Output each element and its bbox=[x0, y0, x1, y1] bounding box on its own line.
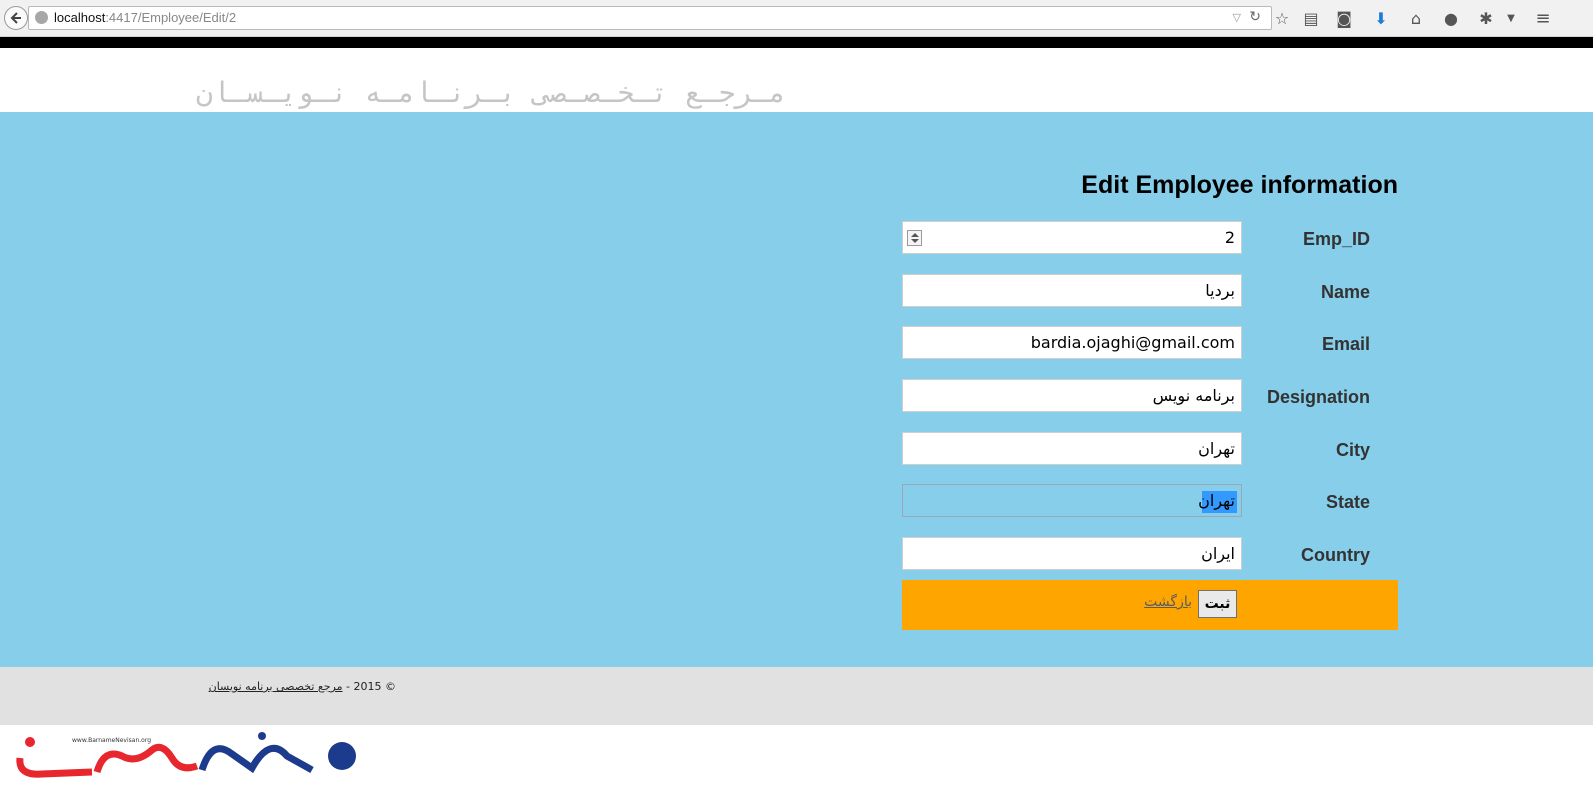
site-logo: www.BarnameNevisan.org bbox=[16, 732, 356, 778]
designation-label: Designation bbox=[1266, 387, 1370, 407]
footer: © 2015 - مرجع تخصصی برنامه نویسان bbox=[0, 667, 1593, 725]
form-title: Edit Employee information bbox=[1081, 171, 1398, 199]
submit-button[interactable]: ثبت bbox=[1198, 590, 1237, 618]
state-label: State bbox=[1325, 492, 1370, 512]
download-icon[interactable]: ⬇ bbox=[1370, 7, 1392, 29]
site-title: مـرجـع تـخـصـصی بـرنـامـه نـویـسـان bbox=[196, 76, 787, 109]
emp-id-input[interactable] bbox=[902, 221, 1242, 254]
reading-list-icon[interactable]: ▤ bbox=[1300, 7, 1322, 29]
globe-icon bbox=[35, 11, 48, 24]
reload-icon[interactable]: ↻ bbox=[1249, 9, 1261, 25]
pocket-icon[interactable]: ◙ bbox=[1333, 7, 1355, 29]
name-label: Name bbox=[1320, 282, 1370, 302]
logo-url-text: www.BarnameNevisan.org bbox=[72, 737, 151, 744]
spinner-up-icon bbox=[911, 233, 919, 237]
site-header: مـرجـع تـخـصـصی بـرنـامـه نـویـسـان bbox=[0, 48, 1593, 112]
chat-icon[interactable]: ● bbox=[1440, 7, 1462, 29]
home-icon[interactable]: ⌂ bbox=[1405, 7, 1427, 29]
designation-input[interactable] bbox=[902, 379, 1242, 412]
state-input[interactable] bbox=[902, 484, 1242, 517]
city-label: City bbox=[1335, 440, 1370, 460]
back-arrow-icon bbox=[10, 12, 21, 24]
footer-link[interactable]: مرجع تخصصی برنامه نویسان bbox=[209, 680, 343, 693]
browser-toolbar: localhost:4417/Employee/Edit/2 ▽ ↻ ☆ ▤ ◙… bbox=[0, 0, 1593, 37]
country-label: Country bbox=[1301, 545, 1370, 565]
url-host: localhost bbox=[54, 10, 106, 25]
email-input[interactable] bbox=[902, 326, 1242, 359]
footer-copyright: © 2015 - bbox=[346, 680, 396, 693]
form-actions: ثبت بازگشت bbox=[902, 580, 1398, 630]
spinner-down-icon bbox=[911, 239, 919, 243]
city-input[interactable] bbox=[902, 432, 1242, 465]
history-dropdown-icon[interactable]: ▽ bbox=[1233, 11, 1241, 24]
address-bar[interactable]: localhost:4417/Employee/Edit/2 ▽ ↻ bbox=[28, 6, 1272, 30]
country-input[interactable] bbox=[902, 537, 1242, 570]
bookmark-star-icon[interactable]: ☆ bbox=[1271, 7, 1293, 29]
url-path: :4417/Employee/Edit/2 bbox=[105, 10, 237, 25]
emp-id-label: Emp_ID bbox=[1302, 229, 1370, 249]
extension-icon[interactable]: ✱ bbox=[1475, 7, 1497, 29]
url-text: localhost:4417/Employee/Edit/2 bbox=[54, 10, 236, 25]
email-label: Email bbox=[1321, 334, 1370, 354]
main-content: Edit Employee information Emp_ID Name Em… bbox=[0, 112, 1593, 667]
name-input[interactable] bbox=[902, 274, 1242, 307]
menu-icon[interactable]: ≡ bbox=[1532, 7, 1554, 29]
extension-dropdown-icon[interactable]: ▼ bbox=[1500, 7, 1522, 29]
back-button[interactable] bbox=[4, 6, 28, 30]
top-bar bbox=[0, 37, 1593, 48]
back-link[interactable]: بازگشت bbox=[1142, 594, 1192, 610]
emp-id-spinner[interactable] bbox=[907, 230, 922, 246]
footer-text: © 2015 - مرجع تخصصی برنامه نویسان bbox=[196, 680, 396, 693]
